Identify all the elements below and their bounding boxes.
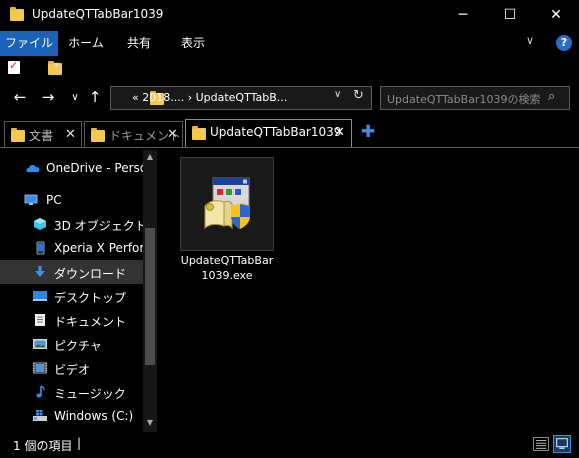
sidebar-item-3d-objects[interactable]: 3D オブジェクト	[0, 212, 143, 236]
pc-icon	[24, 194, 38, 205]
item-count: 1 個の項目	[13, 439, 73, 453]
scrollbar-thumb[interactable]	[145, 228, 155, 365]
sidebar-item-desktop[interactable]: デスクトップ	[0, 284, 143, 308]
scroll-up-icon[interactable]: ▲	[143, 152, 157, 161]
sidebar-item-onedrive[interactable]: OneDrive - Persor	[0, 156, 143, 180]
sidebar-item-label: ダウンロード	[54, 267, 127, 281]
close-button[interactable]: ✕	[533, 0, 579, 31]
sidebar-item-label: PC	[46, 193, 62, 207]
search-icon[interactable]: ⌕	[548, 89, 555, 104]
file-name[interactable]: UpdateQTTabBar 1039.exe	[174, 253, 280, 283]
sidebar-item-label: ビデオ	[54, 363, 91, 377]
onedrive-icon	[26, 165, 40, 172]
file-name-line: UpdateQTTabBar	[180, 254, 274, 267]
3d-objects-icon	[34, 218, 46, 230]
window-title: UpdateQTTabBar1039	[32, 7, 164, 21]
ribbon-tab-share[interactable]: 共有	[117, 31, 161, 56]
tab-close-icon[interactable]: ✕	[167, 127, 178, 142]
folder-icon	[91, 128, 105, 142]
help-icon[interactable]: ?	[556, 35, 572, 51]
scroll-down-icon[interactable]: ▼	[143, 418, 157, 427]
expand-ribbon-icon[interactable]: ∨	[526, 34, 534, 47]
details-view-icon[interactable]	[533, 437, 549, 451]
sidebar-item-label: OneDrive - Persor	[46, 161, 143, 175]
customize-toolbar-icon[interactable]: ▾	[54, 60, 59, 71]
sidebar-item-label: 3D オブジェクト	[54, 219, 143, 233]
sidebar-item-xperia[interactable]: Xperia X Perform	[0, 236, 143, 260]
ribbon-tab-file[interactable]: ファイル	[0, 31, 58, 56]
tab-label: 文書	[29, 129, 54, 143]
tab-close-icon[interactable]: ✕	[334, 125, 345, 140]
status-separator: |	[77, 436, 82, 450]
pictures-icon	[33, 339, 47, 349]
new-tab-icon[interactable]: ✚	[361, 122, 375, 142]
large-icons-view-icon[interactable]	[553, 435, 571, 453]
drive-icon	[33, 410, 47, 421]
desktop-icon	[33, 291, 47, 301]
ribbon-tab-home[interactable]: ホーム	[64, 31, 108, 56]
sidebar-item-music[interactable]: ミュージック	[0, 380, 143, 404]
phone-icon	[36, 241, 45, 255]
ribbon-tab-view[interactable]: 表示	[171, 31, 215, 56]
properties-icon[interactable]	[8, 59, 20, 74]
sidebar-item-downloads[interactable]: ダウンロード	[0, 260, 143, 284]
minimize-button[interactable]: ─	[440, 0, 486, 31]
navigation-pane: OneDrive - Persor PC 3D オブジェクト Xperia X …	[0, 150, 158, 432]
sidebar-item-windows-c[interactable]: Windows (C:)	[0, 404, 143, 428]
sidebar-item-pictures[interactable]: ピクチャ	[0, 332, 143, 356]
sidebar-item-videos[interactable]: ビデオ	[0, 356, 143, 380]
video-icon	[33, 362, 47, 374]
file-name-line: 1039.exe	[201, 269, 253, 282]
sidebar-item-label: Xperia X Perform	[54, 241, 143, 255]
maximize-button[interactable]: ☐	[487, 0, 533, 31]
sidebar-item-label: ミュージック	[54, 387, 126, 401]
folder-tab-my-documents[interactable]: ドキュメント ✕	[84, 121, 183, 147]
status-bar	[0, 432, 579, 458]
folder-icon	[10, 7, 24, 21]
folder-icon	[11, 128, 25, 142]
search-placeholder[interactable]: UpdateQTTabBar1039の検索	[387, 91, 540, 107]
up-button[interactable]: ↑	[86, 88, 104, 106]
download-icon	[35, 266, 45, 277]
folder-tab-documents[interactable]: 文書 ✕	[4, 121, 82, 147]
sidebar-item-documents[interactable]: ドキュメント	[0, 308, 143, 332]
folder-tab-update-qttabbar[interactable]: UpdateQTTabBar1039 ✕	[185, 119, 352, 147]
music-icon	[36, 385, 45, 398]
breadcrumb[interactable]: « 2018.... › UpdateQTTabB...	[132, 91, 287, 104]
sidebar-item-label: デスクトップ	[54, 291, 127, 305]
quick-access-toolbar	[0, 56, 579, 80]
sidebar-item-label: ドキュメント	[54, 315, 127, 329]
back-button[interactable]: ←	[11, 88, 29, 106]
sidebar-item-label: ピクチャ	[54, 339, 102, 353]
address-dropdown-icon[interactable]: ∨	[334, 89, 341, 100]
installer-exe-icon	[204, 177, 250, 230]
sidebar-item-label: Windows (C:)	[54, 409, 134, 423]
sidebar-item-pc[interactable]: PC	[0, 188, 143, 212]
forward-button[interactable]: →	[39, 88, 57, 106]
recent-locations-button[interactable]: ∨	[66, 92, 84, 103]
tab-close-icon[interactable]: ✕	[65, 127, 76, 142]
tab-label: UpdateQTTabBar1039	[210, 125, 342, 139]
folder-icon	[192, 126, 206, 140]
document-icon	[35, 314, 45, 326]
refresh-icon[interactable]: ↻	[353, 88, 364, 103]
tab-divider	[0, 147, 579, 148]
